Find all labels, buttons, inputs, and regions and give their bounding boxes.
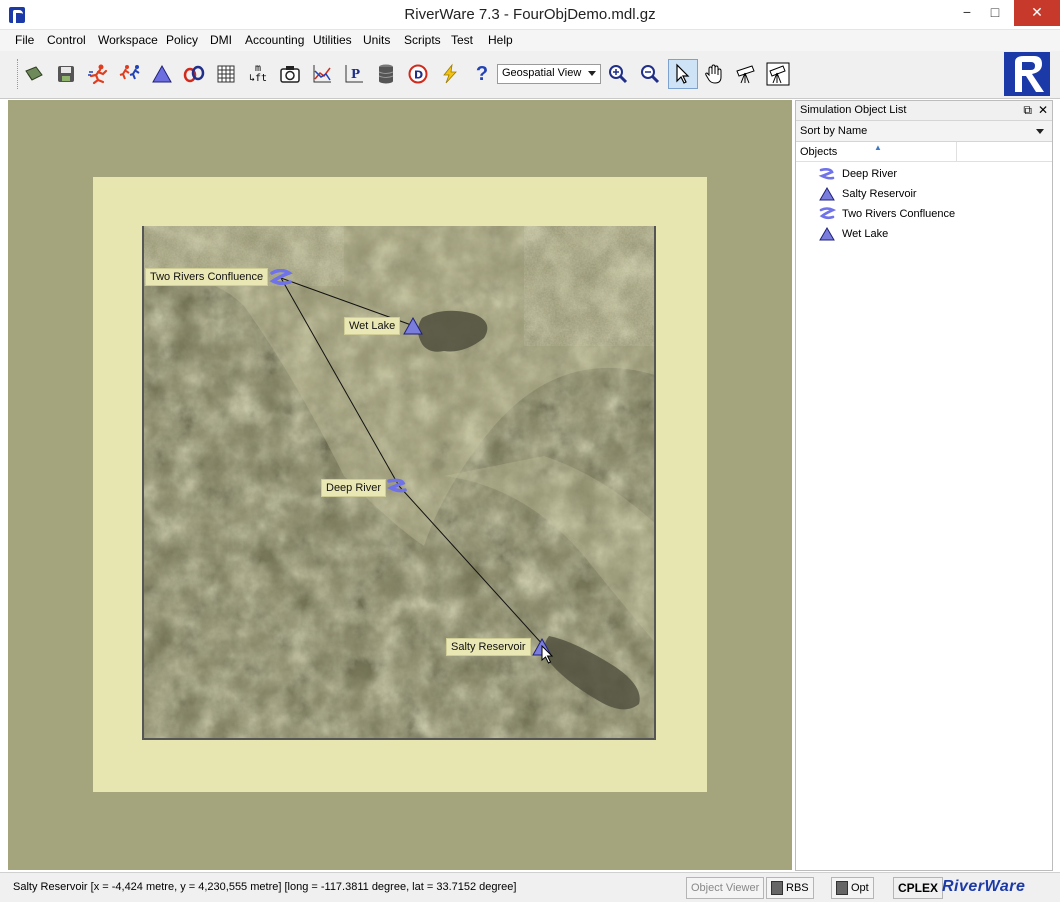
objects-column-header[interactable]: ▲ Objects: [796, 142, 1052, 162]
rbs-label: RBS: [786, 882, 809, 894]
help-icon[interactable]: ?: [469, 61, 495, 87]
workspace-canvas[interactable]: Two Rivers Confluence Wet Lake Deep Rive…: [8, 100, 792, 870]
objects-column-label: Objects: [800, 146, 838, 158]
telescope-icon[interactable]: [733, 61, 759, 87]
sort-select[interactable]: Sort by Name: [796, 121, 1052, 142]
lightning-icon[interactable]: [437, 61, 463, 87]
menu-dmi[interactable]: DMI: [210, 33, 232, 47]
map-label-two-rivers-confluence: Two Rivers Confluence: [145, 268, 269, 286]
save-icon[interactable]: [53, 61, 79, 87]
view-mode-select[interactable]: Geospatial View: [497, 64, 601, 84]
open-icon[interactable]: [21, 61, 47, 87]
cplex-label: CPLEX: [898, 881, 939, 895]
title-bar: RiverWare 7.3 - FourObjDemo.mdl.gz − □ ✕: [0, 0, 1060, 30]
dmi-icon[interactable]: D: [405, 61, 431, 87]
menu-control[interactable]: Control: [47, 33, 86, 47]
unit-convert-icon[interactable]: m ↳ft: [245, 61, 271, 87]
sort-ascending-icon: ▲: [874, 143, 882, 152]
cplex-badge: CPLEX: [893, 877, 944, 899]
maximize-button[interactable]: □: [978, 0, 1012, 26]
riverware-wordmark: RiverWare: [942, 878, 1025, 896]
multi-run-icon[interactable]: [117, 61, 143, 87]
sort-select-value: Sort by Name: [800, 125, 868, 137]
confluence-icon[interactable]: [269, 268, 293, 290]
reservoir-icon: [818, 186, 836, 202]
list-item-label: Wet Lake: [842, 228, 889, 240]
column-divider: [956, 142, 957, 162]
opt-button[interactable]: Opt: [831, 877, 874, 899]
list-item[interactable]: Salty Reservoir: [818, 184, 1052, 204]
wet-lake-reservoir-icon[interactable]: [402, 316, 424, 339]
policy-icon[interactable]: P: [341, 61, 367, 87]
reservoir-icon[interactable]: [149, 61, 175, 87]
reservoir-icon: [818, 226, 836, 242]
plot-icon[interactable]: [309, 61, 335, 87]
pan-hand-icon[interactable]: [701, 61, 727, 87]
map-label-wet-lake: Wet Lake: [344, 317, 401, 335]
close-window-button[interactable]: ✕: [1014, 0, 1060, 26]
object-viewer-button[interactable]: Object Viewer: [686, 877, 765, 899]
mouse-cursor-icon: [541, 644, 555, 668]
riverware-wordmark-text: RiverWare: [942, 878, 1026, 895]
unit-bottom-text: ↳ft: [248, 73, 268, 84]
menu-test[interactable]: Test: [451, 33, 473, 47]
snapshot-icon[interactable]: [277, 61, 303, 87]
ruleset-chip-icon: [771, 881, 783, 895]
restore-panel-icon[interactable]: ⧉: [1023, 103, 1032, 118]
rbs-button[interactable]: RBS: [766, 877, 814, 899]
select-pointer-icon[interactable]: [668, 59, 698, 89]
menu-scripts[interactable]: Scripts: [404, 33, 441, 47]
chevron-down-icon: [588, 71, 596, 76]
link-icon[interactable]: [181, 61, 207, 87]
run-icon[interactable]: [85, 61, 111, 87]
simulation-object-list-panel: Simulation Object List ⧉ ✕ Sort by Name …: [795, 100, 1053, 871]
confluence-icon: [818, 206, 836, 222]
menu-help[interactable]: Help: [488, 33, 513, 47]
menu-policy[interactable]: Policy: [166, 33, 198, 47]
window-title: RiverWare 7.3 - FourObjDemo.mdl.gz: [404, 6, 656, 23]
menu-units[interactable]: Units: [363, 33, 390, 47]
svg-text:P: P: [351, 67, 360, 81]
zoom-in-icon[interactable]: [605, 61, 631, 87]
panel-header: Simulation Object List ⧉ ✕: [796, 101, 1052, 121]
menu-file[interactable]: File: [15, 33, 34, 47]
menu-accounting[interactable]: Accounting: [245, 33, 304, 47]
menu-bar: File Control Workspace Policy DMI Accoun…: [0, 30, 1060, 51]
list-item-label: Deep River: [842, 168, 898, 180]
panel-title: Simulation Object List: [800, 104, 907, 116]
list-item[interactable]: Two Rivers Confluence: [818, 204, 1052, 224]
object-list: Deep River Salty Reservoir Two Rivers Co…: [796, 162, 1052, 244]
status-bar: Salty Reservoir [x = -4,424 metre, y = 4…: [0, 872, 1060, 902]
database-icon[interactable]: [373, 61, 399, 87]
table-icon[interactable]: [213, 61, 239, 87]
close-panel-icon[interactable]: ✕: [1038, 103, 1048, 117]
riverware-logo: [1004, 52, 1050, 96]
framed-telescope-icon[interactable]: [765, 61, 791, 87]
status-text: Salty Reservoir [x = -4,424 metre, y = 4…: [13, 881, 517, 893]
list-item-label: Two Rivers Confluence: [842, 208, 956, 220]
help-glyph: ?: [475, 62, 489, 85]
view-mode-value: Geospatial View: [502, 67, 582, 79]
menu-utilities[interactable]: Utilities: [313, 33, 352, 47]
list-item[interactable]: Deep River: [818, 164, 1052, 184]
list-item-label: Salty Reservoir: [842, 188, 917, 200]
reach-icon[interactable]: [385, 477, 409, 498]
chevron-down-icon: [1036, 129, 1044, 134]
optimization-chip-icon: [836, 881, 848, 895]
map-label-deep-river: Deep River: [321, 479, 387, 497]
list-item[interactable]: Wet Lake: [818, 224, 1052, 244]
zoom-out-icon[interactable]: [637, 61, 663, 87]
svg-text:D: D: [414, 69, 423, 82]
reach-icon: [818, 166, 836, 182]
opt-label: Opt: [851, 882, 869, 894]
map-label-salty-reservoir: Salty Reservoir: [446, 638, 531, 656]
object-viewer-label: Object Viewer: [691, 882, 760, 894]
menu-workspace[interactable]: Workspace: [98, 33, 158, 47]
map-frame: Two Rivers Confluence Wet Lake Deep Rive…: [93, 177, 707, 792]
